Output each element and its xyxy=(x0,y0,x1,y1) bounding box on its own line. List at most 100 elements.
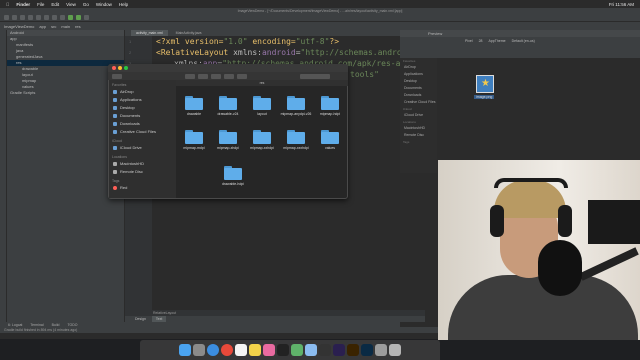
menu-view[interactable]: View xyxy=(66,2,76,7)
theme-selector[interactable]: AppTheme xyxy=(489,39,506,43)
folder-icon[interactable] xyxy=(287,130,305,144)
open-icon[interactable] xyxy=(4,15,9,20)
tree-item[interactable]: Gradle Scripts xyxy=(7,90,124,96)
finder-icon[interactable] xyxy=(179,344,191,356)
folder-label[interactable]: mipmap-xxxhdpi xyxy=(278,146,314,150)
calendar-icon[interactable] xyxy=(235,344,247,356)
sidebar-item-applications[interactable]: Applications xyxy=(400,71,437,78)
image-file-icon[interactable]: ★ xyxy=(476,75,494,93)
folder-label[interactable]: mipmap-hdpi xyxy=(312,112,348,116)
folder-label[interactable]: drawable xyxy=(176,112,212,116)
folder-icon[interactable] xyxy=(219,96,237,110)
folder-icon[interactable] xyxy=(185,96,203,110)
folder-label[interactable]: mipmap-xhdpi xyxy=(210,146,246,150)
image-file-label[interactable]: image.png xyxy=(474,95,495,99)
menu-go[interactable]: Go xyxy=(83,2,89,7)
final-cut-icon[interactable] xyxy=(319,344,331,356)
nav-crumb[interactable]: src xyxy=(51,24,56,29)
sidebar-item-airdrop[interactable]: AirDrop xyxy=(109,88,176,96)
menu-file[interactable]: File xyxy=(37,2,44,7)
sidebar-tag-red[interactable]: Red xyxy=(109,184,176,192)
save-icon[interactable] xyxy=(12,15,17,20)
trash-icon[interactable] xyxy=(389,344,401,356)
illustrator-icon[interactable] xyxy=(347,344,359,356)
copy-icon[interactable] xyxy=(52,15,57,20)
folder-label[interactable]: mipmap-anydpi-v26 xyxy=(278,112,314,116)
locale-selector[interactable]: Default (en-us) xyxy=(512,39,535,43)
sidebar-item-remote-disc[interactable]: Remote Disc xyxy=(400,132,437,139)
folder-icon[interactable] xyxy=(253,96,271,110)
sidebar-item-airdrop[interactable]: AirDrop xyxy=(400,64,437,71)
finder-titlebar[interactable] xyxy=(108,64,348,72)
photoshop-icon[interactable] xyxy=(361,344,373,356)
sidebar-item-downloads[interactable]: Downloads xyxy=(109,120,176,128)
sidebar-item-creative-cloud[interactable]: Creative Cloud Files xyxy=(109,128,176,136)
zoom-icon[interactable] xyxy=(124,66,128,70)
cut-icon[interactable] xyxy=(44,15,49,20)
minimize-icon[interactable] xyxy=(118,66,122,70)
sidebar-item-remote-disc[interactable]: Remote Disc xyxy=(109,168,176,176)
search-field[interactable] xyxy=(300,73,330,79)
folder-icon[interactable] xyxy=(321,130,339,144)
launchpad-icon[interactable] xyxy=(193,344,205,356)
group-icon[interactable] xyxy=(198,73,208,79)
folder-icon[interactable] xyxy=(287,96,305,110)
api-selector[interactable]: 28 xyxy=(479,39,483,43)
sync-icon[interactable] xyxy=(20,15,25,20)
folder-label[interactable]: mipmap-mdpi xyxy=(176,146,212,150)
nav-crumb[interactable]: res xyxy=(75,24,81,29)
system-preferences-icon[interactable] xyxy=(375,344,387,356)
folder-icon[interactable] xyxy=(253,130,271,144)
view-icons-icon[interactable] xyxy=(185,73,195,79)
menu-clock[interactable]: Fri 11:56 AM xyxy=(609,2,640,7)
sidebar-item-macintoshhd[interactable]: MacintoshHD xyxy=(109,160,176,168)
sidebar-item-creative-cloud[interactable]: Creative Cloud Files xyxy=(400,99,437,106)
android-studio-icon[interactable] xyxy=(291,344,303,356)
chrome-icon[interactable] xyxy=(221,344,233,356)
build-icon[interactable] xyxy=(68,15,73,20)
terminal-icon[interactable] xyxy=(277,344,289,356)
folder-icon[interactable] xyxy=(185,130,203,144)
undo-icon[interactable] xyxy=(28,15,33,20)
share-icon[interactable] xyxy=(224,73,234,79)
nav-crumb[interactable]: app xyxy=(39,24,46,29)
preview-icon[interactable] xyxy=(305,344,317,356)
sidebar-item-desktop[interactable]: Desktop xyxy=(400,78,437,85)
device-selector[interactable]: Pixel xyxy=(465,39,473,43)
folder-label[interactable]: mipmap-xxhdpi xyxy=(244,146,280,150)
photos-icon[interactable] xyxy=(263,344,275,356)
sidebar-item-downloads[interactable]: Downloads xyxy=(400,92,437,99)
sidebar-item-icloud-drive[interactable]: iCloud Drive xyxy=(400,112,437,119)
tag-icon[interactable] xyxy=(237,73,247,79)
folder-label[interactable]: drawable-v24 xyxy=(210,112,246,116)
sidebar-item-desktop[interactable]: Desktop xyxy=(109,104,176,112)
menu-help[interactable]: Help xyxy=(119,2,128,7)
nav-crumb[interactable]: main xyxy=(61,24,70,29)
sidebar-item-macintoshhd[interactable]: MacintoshHD xyxy=(400,125,437,132)
sidebar-item-applications[interactable]: Applications xyxy=(109,96,176,104)
apple-menu-icon[interactable]:  xyxy=(6,2,9,7)
tab-main-activity[interactable]: MainActivity.java xyxy=(171,30,207,36)
run-icon[interactable] xyxy=(76,15,81,20)
sidebar-item-icloud-drive[interactable]: iCloud Drive xyxy=(109,144,176,152)
action-gear-icon[interactable] xyxy=(211,73,221,79)
debug-icon[interactable] xyxy=(84,15,89,20)
folder-label[interactable]: layout xyxy=(244,112,280,116)
redo-icon[interactable] xyxy=(36,15,41,20)
premiere-icon[interactable] xyxy=(333,344,345,356)
notes-icon[interactable] xyxy=(249,344,261,356)
safari-icon[interactable] xyxy=(207,344,219,356)
folder-label[interactable]: drawable-hdpi xyxy=(215,182,251,186)
folder-icon[interactable] xyxy=(219,130,237,144)
nav-crumb[interactable]: ImageViewDemo xyxy=(4,24,34,29)
folder-icon[interactable] xyxy=(224,166,242,180)
menu-window[interactable]: Window xyxy=(96,2,112,7)
folder-icon[interactable] xyxy=(321,96,339,110)
back-forward-icon[interactable] xyxy=(112,73,122,79)
sidebar-item-documents[interactable]: Documents xyxy=(400,85,437,92)
sidebar-item-documents[interactable]: Documents xyxy=(109,112,176,120)
menu-app-name[interactable]: Finder xyxy=(16,2,30,7)
menu-edit[interactable]: Edit xyxy=(51,2,59,7)
folder-label[interactable]: values xyxy=(312,146,348,150)
close-icon[interactable] xyxy=(112,66,116,70)
